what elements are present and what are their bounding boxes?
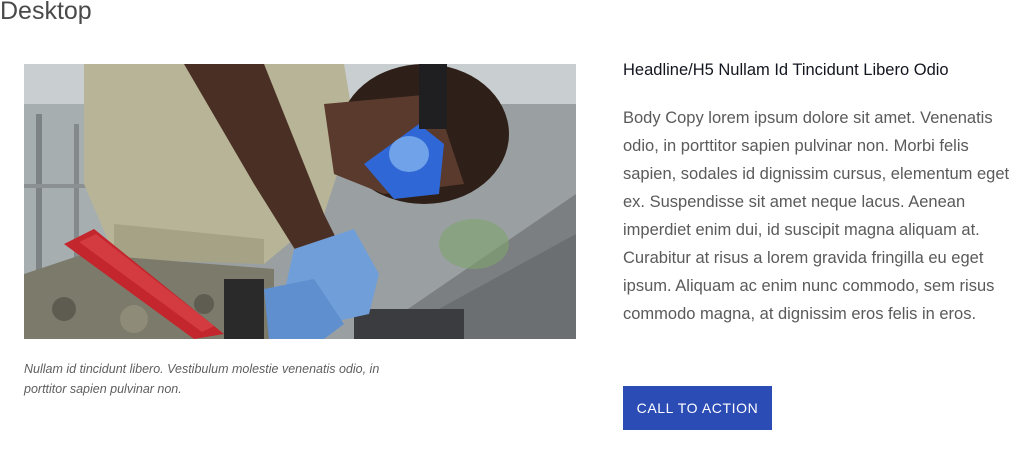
image-caption: Nullam id tincidunt libero. Vestibulum m… <box>24 362 380 396</box>
body-copy: Body Copy lorem ipsum dolore sit amet. V… <box>623 109 1010 323</box>
headline: Headline/H5 Nullam Id Tincidunt Libero O… <box>623 61 949 79</box>
feature-image <box>24 64 576 339</box>
section-label: Desktop <box>0 0 92 25</box>
call-to-action-button[interactable]: CALL TO ACTION <box>623 386 772 430</box>
